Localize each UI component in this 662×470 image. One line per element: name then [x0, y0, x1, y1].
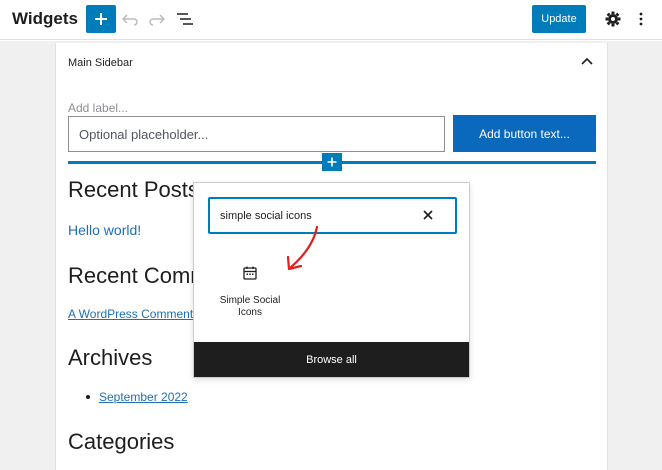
list-view-button[interactable]	[174, 8, 196, 30]
widget-heading-archives: Archives	[68, 345, 153, 370]
calendar-icon	[243, 266, 257, 280]
block-result-simple-social-icons[interactable]: Simple Social Icons	[210, 258, 290, 328]
search-block-input[interactable]: Optional placeholder...	[68, 116, 445, 152]
widget-heading-recent-posts: Recent Posts	[68, 177, 198, 202]
update-button[interactable]: Update	[532, 5, 586, 33]
recent-comment-link[interactable]: A WordPress Commenter	[68, 307, 194, 321]
more-vertical-icon	[639, 12, 643, 26]
close-icon	[423, 210, 433, 220]
options-button[interactable]	[630, 8, 652, 30]
editor-header: Widgets Update	[0, 0, 662, 40]
undo-button[interactable]	[119, 8, 141, 30]
redo-button[interactable]	[146, 8, 168, 30]
clear-search-button[interactable]	[420, 207, 436, 223]
widget-heading-recent-comments: Recent Comments	[68, 263, 194, 288]
widget-heading-categories: Categories	[68, 429, 175, 454]
search-block-button[interactable]: Add button text...	[453, 115, 596, 152]
list-bullet	[86, 395, 90, 399]
recent-post-link[interactable]: Hello world!	[68, 222, 141, 238]
block-inserter-toggle-button[interactable]	[86, 5, 116, 33]
search-input-placeholder: Optional placeholder...	[79, 126, 209, 142]
search-block-label[interactable]: Add label...	[68, 101, 128, 115]
block-inserter-popover: simple social icons Simple Social Icons …	[193, 182, 470, 378]
widget-area-title: Main Sidebar	[68, 57, 133, 69]
insertion-point-add-button[interactable]	[322, 153, 342, 171]
browse-all-button[interactable]: Browse all	[194, 342, 469, 377]
plus-icon	[95, 13, 107, 25]
block-search-value: simple social icons	[220, 209, 312, 222]
archive-link[interactable]: September 2022	[99, 390, 188, 404]
chevron-up-icon[interactable]	[581, 57, 593, 65]
annotation-arrow	[286, 225, 319, 271]
widget-area-header[interactable]: Main Sidebar	[56, 43, 607, 83]
redo-icon	[149, 14, 165, 26]
undo-icon	[122, 14, 138, 26]
gear-icon	[605, 11, 621, 27]
list-view-icon	[177, 13, 193, 25]
block-result-label: Simple Social Icons	[219, 295, 281, 318]
settings-button[interactable]	[602, 8, 624, 30]
page-title: Widgets	[12, 9, 78, 28]
plus-icon	[327, 157, 337, 167]
